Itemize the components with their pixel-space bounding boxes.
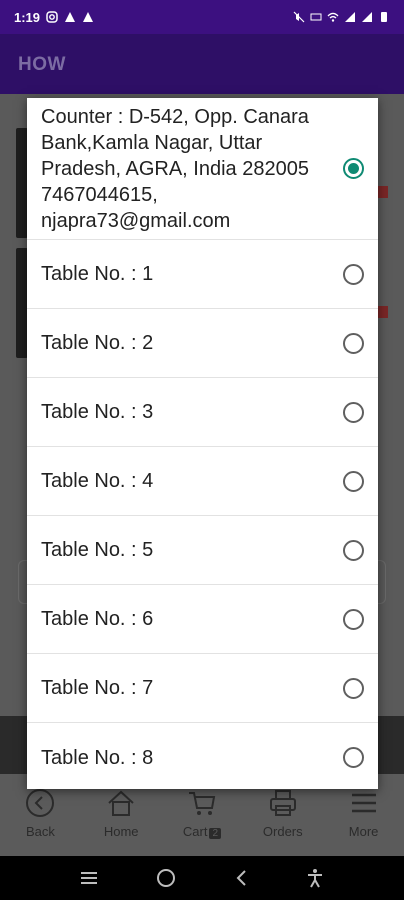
battery-icon (381, 12, 387, 22)
nav-home-label: Home (103, 824, 139, 839)
radio-button[interactable] (343, 677, 364, 699)
table-selection-dialog: Counter : D-542, Opp. Canara Bank,Kamla … (27, 98, 378, 789)
nav-cart[interactable]: Cart 2 (166, 788, 238, 839)
volte-icon (310, 13, 322, 21)
option-table-7[interactable]: Table No. : 7 (27, 654, 378, 723)
option-label: Table No. : 1 (41, 263, 154, 285)
menu-icon (351, 793, 376, 813)
option-label: Table No. : 2 (41, 332, 154, 354)
option-label: Table No. : 6 (41, 608, 154, 630)
radio-button[interactable] (343, 747, 364, 768)
back-circle-icon (26, 789, 55, 817)
option-table-6[interactable]: Table No. : 6 (27, 585, 378, 654)
option-label: Table No. : 5 (41, 539, 154, 561)
radio-button[interactable] (343, 470, 364, 492)
option-label: Counter : D-542, Opp. Canara Bank,Kamla … (41, 105, 309, 232)
instagram-icon (46, 11, 58, 23)
system-navigation-bar (0, 856, 404, 900)
status-time: 1:19 (14, 9, 41, 25)
option-label: Table No. : 7 (41, 677, 154, 699)
nav-back-label: Back (25, 824, 55, 839)
option-table-5[interactable]: Table No. : 5 (27, 516, 378, 585)
home-icon (108, 790, 134, 816)
option-table-3[interactable]: Table No. : 3 (27, 378, 378, 447)
printer-icon (269, 790, 296, 816)
alert-icon (83, 12, 94, 22)
signal-icon (362, 12, 372, 22)
status-bar: 1:19 (0, 0, 404, 34)
nav-home[interactable]: Home (85, 788, 157, 839)
cart-count-badge: 2 (209, 828, 222, 839)
option-label: Table No. : 8 (41, 746, 154, 769)
nav-back[interactable]: Back (4, 788, 76, 839)
wifi-icon (327, 12, 339, 22)
radio-button-selected[interactable] (343, 158, 364, 179)
home-button-icon[interactable] (156, 868, 176, 888)
cart-icon (188, 792, 216, 815)
delete-icon (378, 186, 388, 198)
nav-more[interactable]: More (328, 788, 400, 839)
system-back-icon[interactable] (234, 869, 248, 887)
nav-orders-label: Orders (262, 824, 303, 839)
app-title: HOW (18, 54, 66, 75)
option-label: Table No. : 3 (41, 401, 154, 423)
option-table-1[interactable]: Table No. : 1 (27, 240, 378, 309)
radio-button[interactable] (343, 263, 364, 285)
radio-button[interactable] (343, 332, 364, 354)
nav-cart-label-wrap: Cart 2 (182, 824, 222, 839)
recent-apps-icon[interactable] (79, 870, 99, 886)
option-label: Table No. : 4 (41, 470, 154, 492)
mute-icon (293, 11, 305, 23)
option-table-4[interactable]: Table No. : 4 (27, 447, 378, 516)
accessibility-icon[interactable] (305, 868, 325, 888)
radio-button[interactable] (343, 401, 364, 423)
signal-icon (345, 12, 355, 22)
app-bar: HOW (0, 34, 404, 94)
alert-icon (65, 12, 76, 22)
radio-button[interactable] (343, 608, 364, 630)
nav-more-label: More (348, 824, 379, 839)
option-table-8[interactable]: Table No. : 8 (27, 723, 378, 789)
option-table-2[interactable]: Table No. : 2 (27, 309, 378, 378)
option-counter[interactable]: Counter : D-542, Opp. Canara Bank,Kamla … (27, 98, 378, 240)
nav-cart-label: Cart (182, 824, 208, 839)
radio-button[interactable] (343, 539, 364, 561)
nav-orders[interactable]: Orders (247, 788, 319, 839)
delete-icon (378, 306, 388, 318)
